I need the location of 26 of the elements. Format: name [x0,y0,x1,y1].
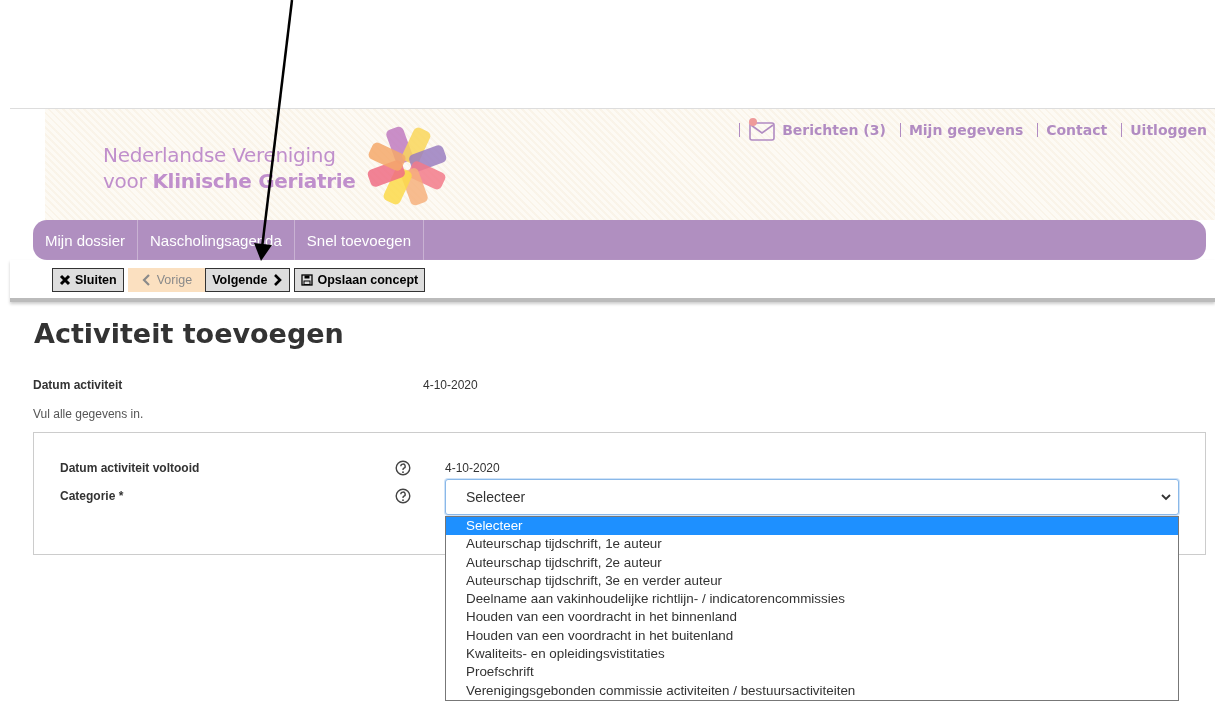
chevron-right-icon [271,274,284,286]
dropdown-option[interactable]: Houden van een voordracht in het buitenland [446,626,1178,646]
field-value: 4-10-2020 [423,378,478,392]
dropdown-option[interactable]: Deelname aan vakinhoudelijke richtlijn- / indicatorencommissies [446,590,1178,609]
field-label: Datum activiteit [33,378,124,392]
dropdown-option[interactable]: Auteurschap tijdschrift, 1e auteur [446,535,1178,554]
close-icon [59,274,71,286]
help-icon [395,488,411,504]
instruction-text: Vul alle gegevens in. [33,407,145,421]
dropdown-option[interactable]: Auteurschap tijdschrift, 2e auteur [446,553,1178,572]
dropdown-option[interactable]: Proefschrift [446,663,1178,682]
chevron-left-icon [140,274,153,286]
dropdown-option[interactable]: Houden van een voordracht in het binnenland [446,608,1178,627]
category-dropdown[interactable]: Selecteer [445,479,1179,515]
close-button[interactable]: Sluiten [52,268,124,292]
field-value: 4-10-2020 [445,460,500,475]
dropdown-option[interactable]: Auteurschap tijdschrift, 3e en verder auteur [446,571,1178,591]
chevron-down-icon [1160,491,1172,503]
save-button[interactable]: Opslaan concept [294,268,426,292]
field-label: Datum activiteit voltooid [60,460,201,475]
field-label: Categorie * [60,488,125,503]
help-icon [395,460,411,476]
dropdown-option[interactable]: Kwaliteits- en opleidingsvistitaties [446,645,1178,664]
page-title: Activiteit toevoegen [34,318,345,349]
dropdown-option[interactable]: Verenigingsgebonden commissie activiteiten / bestuursactiviteiten [446,681,1178,700]
next-button[interactable]: Volgende [205,268,291,292]
